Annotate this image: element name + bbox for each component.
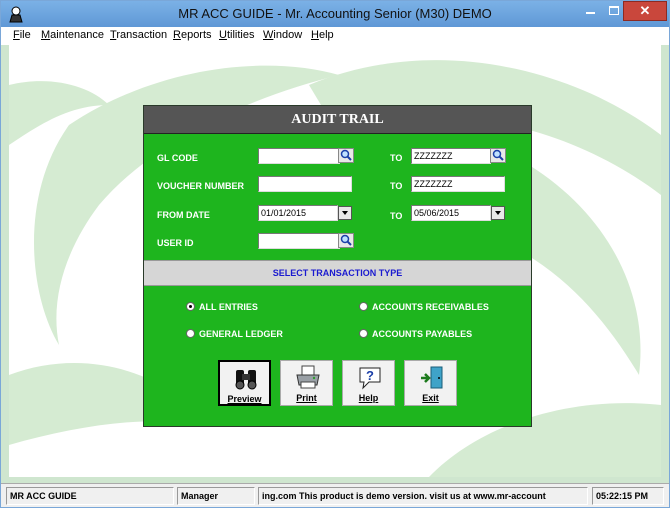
binoculars-icon xyxy=(235,370,257,390)
print-button[interactable]: Print xyxy=(280,360,333,406)
app-window: MR ACC GUIDE - Mr. Accounting Senior (M3… xyxy=(0,0,670,508)
gl-code-label: GL CODE xyxy=(157,153,198,163)
from-date-label: FROM DATE xyxy=(157,210,210,220)
close-icon: ✕ xyxy=(639,3,651,18)
radio-all-entries[interactable] xyxy=(186,302,195,311)
user-id-label: USER ID xyxy=(157,238,194,248)
user-id-search-icon[interactable] xyxy=(338,233,354,248)
voucher-number-label: VOUCHER NUMBER xyxy=(157,181,245,191)
print-button-label: Print xyxy=(296,393,317,403)
status-message: ing.com This product is demo version. vi… xyxy=(258,487,588,505)
user-id-input[interactable] xyxy=(258,233,340,249)
status-app-name: MR ACC GUIDE xyxy=(6,487,174,505)
to-date-input[interactable]: 05/06/2015 xyxy=(411,205,491,221)
status-user: Manager xyxy=(177,487,255,505)
menu-transaction[interactable]: Transaction xyxy=(110,29,167,41)
printer-icon xyxy=(296,365,320,389)
gl-code-from-search-icon[interactable] xyxy=(338,148,354,163)
menu-utilities[interactable]: Utilities xyxy=(219,29,254,41)
close-button[interactable]: ✕ xyxy=(623,1,667,21)
radio-accounts-payables-label: ACCOUNTS PAYABLES xyxy=(372,329,473,339)
transaction-type-heading: SELECT TRANSACTION TYPE xyxy=(272,268,403,278)
voucher-to-label: TO xyxy=(390,181,403,191)
radio-general-ledger-label: GENERAL LEDGER xyxy=(199,329,283,339)
voucher-from-input[interactable] xyxy=(258,176,352,192)
exit-button[interactable]: Exit xyxy=(404,360,457,406)
gl-code-to-label: TO xyxy=(390,153,403,163)
transaction-type-band: SELECT TRANSACTION TYPE xyxy=(144,260,531,286)
minimize-icon xyxy=(586,12,595,14)
status-time: 05:22:15 PM xyxy=(592,487,664,505)
title-bar[interactable]: MR ACC GUIDE - Mr. Accounting Senior (M3… xyxy=(1,1,669,27)
to-date-label: TO xyxy=(390,211,403,221)
exit-button-label: Exit xyxy=(422,393,439,403)
from-date-dropdown-icon[interactable] xyxy=(338,206,352,220)
maximize-icon xyxy=(609,6,619,15)
radio-accounts-receivables-label: ACCOUNTS RECEIVABLES xyxy=(372,302,489,312)
exit-door-icon xyxy=(421,366,443,389)
dialog-header: AUDIT TRAIL xyxy=(144,106,531,134)
mdi-workspace: AUDIT TRAIL GL CODE TO ZZZZZZZ VOUCHER N… xyxy=(9,45,661,477)
radio-all-entries-label: ALL ENTRIES xyxy=(199,302,258,312)
preview-button[interactable]: Preview xyxy=(218,360,271,406)
to-date-dropdown-icon[interactable] xyxy=(491,206,505,220)
window-title: MR ACC GUIDE - Mr. Accounting Senior (M3… xyxy=(178,6,492,21)
dialog-title: AUDIT TRAIL xyxy=(291,112,384,127)
gl-code-from-input[interactable] xyxy=(258,148,340,164)
gl-code-to-search-icon[interactable] xyxy=(490,148,506,163)
menu-maintenance[interactable]: Maintenance xyxy=(41,29,104,41)
help-button[interactable]: ? Help xyxy=(342,360,395,406)
from-date-input[interactable]: 01/01/2015 xyxy=(258,205,338,221)
voucher-to-input[interactable]: ZZZZZZZ xyxy=(411,176,505,192)
gl-code-to-input[interactable]: ZZZZZZZ xyxy=(411,148,491,164)
help-icon: ? xyxy=(359,367,381,390)
menu-help[interactable]: Help xyxy=(311,29,334,41)
radio-accounts-receivables[interactable] xyxy=(359,302,368,311)
menu-file[interactable]: File xyxy=(13,29,31,41)
audit-trail-dialog: AUDIT TRAIL GL CODE TO ZZZZZZZ VOUCHER N… xyxy=(143,105,532,427)
menu-reports[interactable]: Reports xyxy=(173,29,212,41)
minimize-button[interactable] xyxy=(577,1,603,21)
menu-bar: File Maintenance Transaction Reports Uti… xyxy=(1,27,669,45)
menu-window[interactable]: Window xyxy=(263,29,302,41)
preview-button-label: Preview xyxy=(227,394,262,404)
help-button-label: Help xyxy=(358,393,379,403)
status-bar: MR ACC GUIDE Manager ing.com This produc… xyxy=(1,483,669,507)
svg-text:?: ? xyxy=(366,368,374,383)
radio-general-ledger[interactable] xyxy=(186,329,195,338)
radio-accounts-payables[interactable] xyxy=(359,329,368,338)
